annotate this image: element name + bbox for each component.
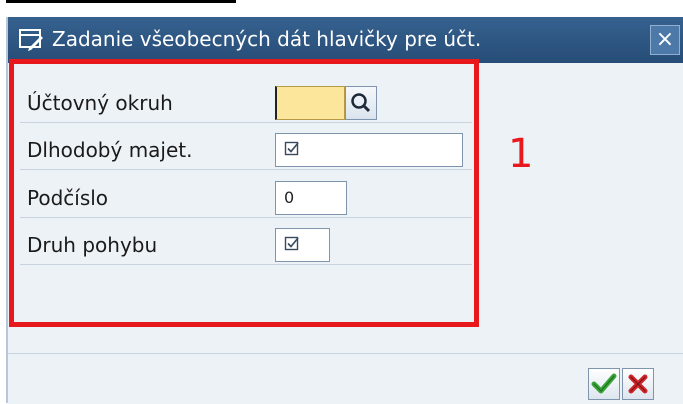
checkmark-icon: [591, 373, 617, 394]
fixed-asset-input[interactable]: [275, 133, 463, 167]
dialog-titlebar: Zadanie všeobecných dát hlavičky pre účt…: [8, 17, 683, 63]
form-row-fixed-asset: Dlhodobý majet.: [20, 131, 472, 170]
close-icon: ×: [655, 27, 675, 52]
cancel-button[interactable]: [622, 368, 654, 400]
label-company-code: Účtovný okruh: [27, 91, 173, 115]
form-row-company-code: Účtovný okruh: [20, 84, 472, 123]
subnumber-input[interactable]: 0: [275, 181, 347, 215]
continue-button[interactable]: [588, 368, 620, 400]
header-data-dialog: Zadanie všeobecných dát hlavičky pre účt…: [6, 17, 683, 404]
company-code-input[interactable]: [275, 86, 345, 120]
form-row-subnumber: Podčíslo 0: [20, 179, 472, 218]
label-subnumber: Podčíslo: [27, 186, 109, 210]
label-fixed-asset: Dlhodobý majet.: [27, 138, 193, 162]
cancel-icon: [628, 374, 648, 394]
close-button[interactable]: ×: [650, 25, 680, 55]
company-code-search-button[interactable]: [345, 86, 377, 120]
transaction-type-input[interactable]: [275, 228, 330, 262]
checkbox-icon: [284, 141, 299, 156]
checkbox-icon: [284, 236, 299, 251]
annotation-number: 1: [508, 131, 534, 177]
form-area: Účtovný okruh Dlhodobý majet. Podčíslo 0…: [8, 63, 683, 353]
window-icon: [18, 27, 44, 55]
dialog-title: Zadanie všeobecných dát hlavičky pre účt…: [52, 27, 482, 51]
top-underline: [6, 0, 236, 3]
form-row-transaction-type: Druh pohybu: [20, 226, 472, 265]
search-icon: [351, 93, 371, 113]
label-transaction-type: Druh pohybu: [27, 233, 158, 257]
dialog-footer: [8, 353, 683, 404]
